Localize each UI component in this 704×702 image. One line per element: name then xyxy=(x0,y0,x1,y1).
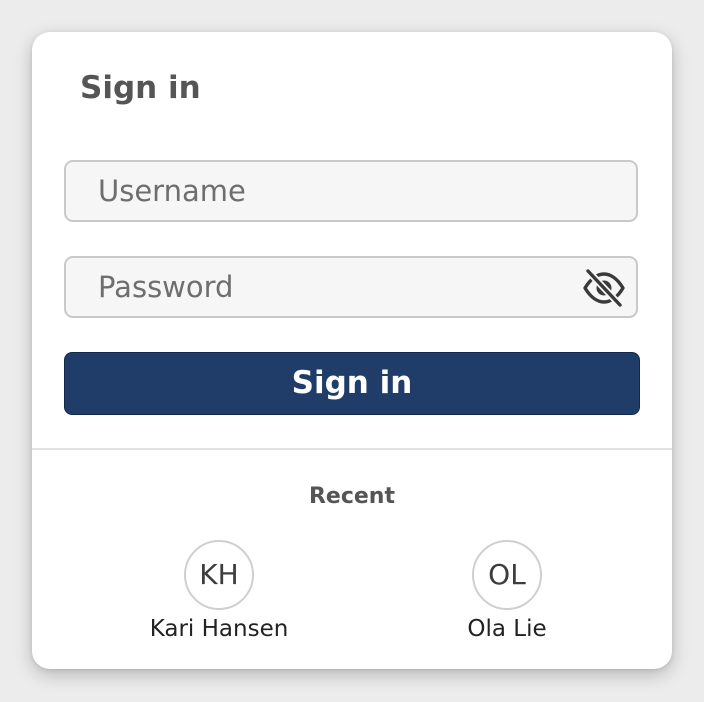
toggle-password-visibility-button[interactable] xyxy=(582,266,626,310)
password-input[interactable] xyxy=(66,258,636,316)
sign-in-button[interactable]: Sign in xyxy=(64,352,640,415)
username-field[interactable] xyxy=(64,160,638,222)
username-input[interactable] xyxy=(66,162,636,220)
recent-account-kari-hansen[interactable]: KH Kari Hansen xyxy=(119,540,319,646)
section-divider xyxy=(32,448,672,450)
account-name: Kari Hansen xyxy=(149,616,289,642)
recent-heading: Recent xyxy=(308,484,395,509)
avatar: KH xyxy=(184,540,254,610)
avatar: OL xyxy=(472,540,542,610)
recent-account-ola-lie[interactable]: OL Ola Lie xyxy=(407,540,607,646)
password-field[interactable] xyxy=(64,256,638,318)
sign-in-card: Sign in Sign in Recent KH Kari Hansen OL… xyxy=(32,32,672,669)
eye-slash-icon xyxy=(583,267,625,309)
page-title: Sign in xyxy=(80,70,201,106)
account-name: Ola Lie xyxy=(467,616,547,642)
